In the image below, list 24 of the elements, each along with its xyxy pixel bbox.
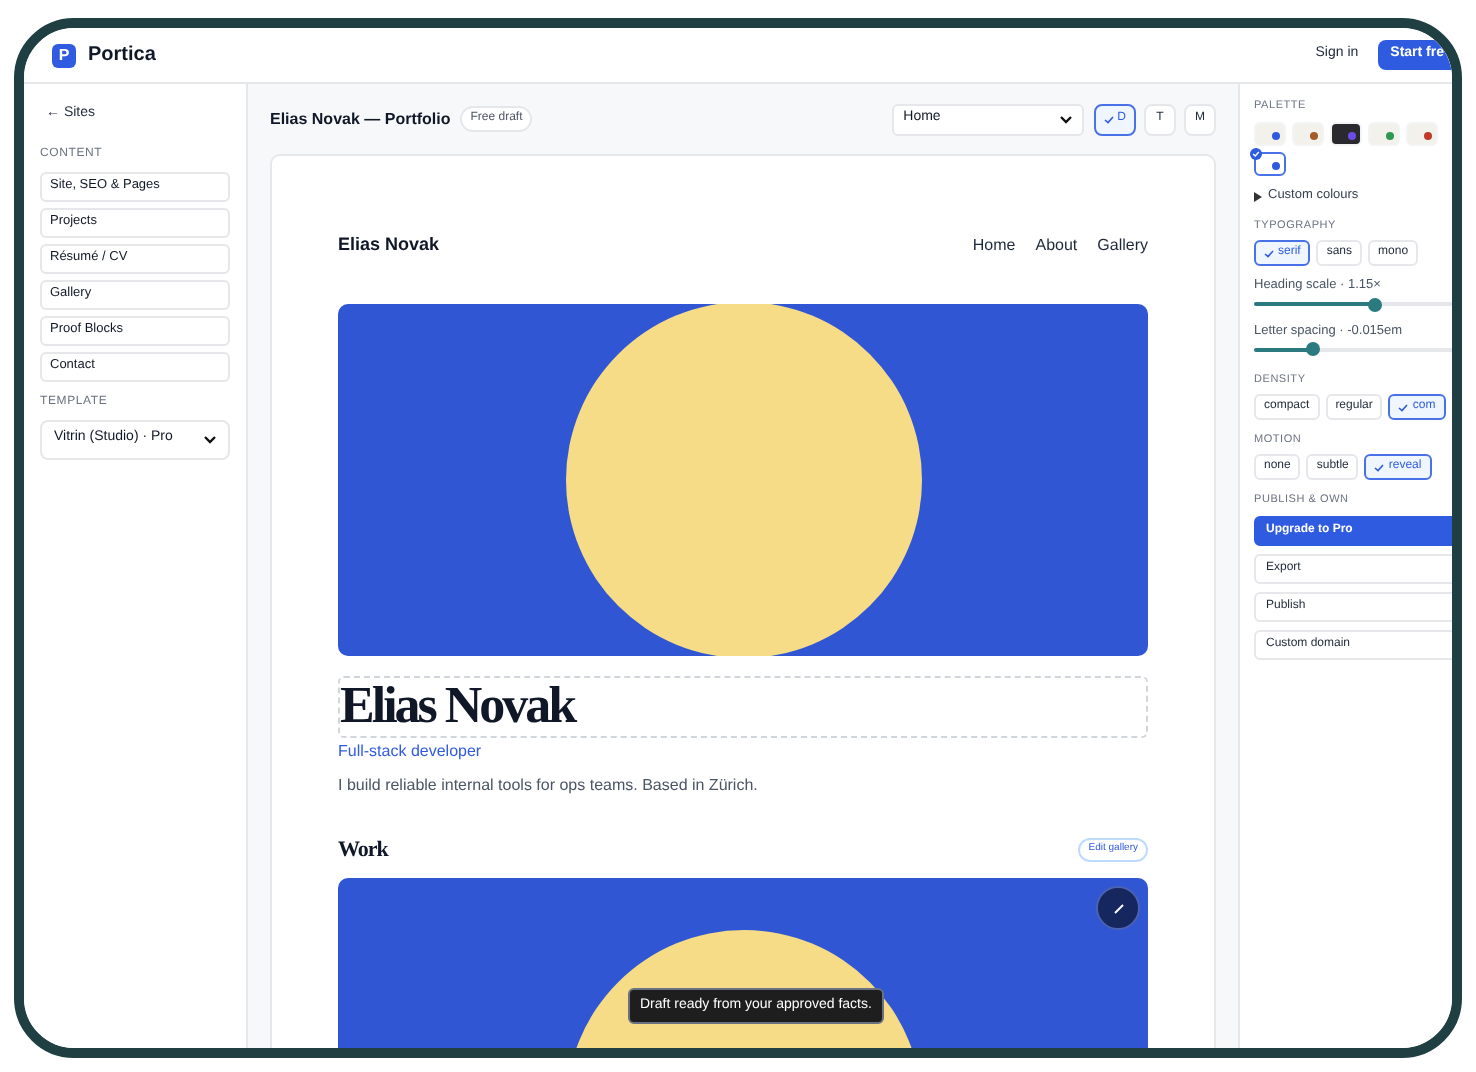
- section-heading: Work: [338, 835, 388, 865]
- check-icon: [1264, 249, 1274, 258]
- nav-link[interactable]: Gallery: [1097, 233, 1148, 258]
- check-icon: [1398, 403, 1409, 411]
- app-name: Portica: [88, 42, 156, 70]
- check-icon: [1374, 463, 1385, 472]
- slider-thumb[interactable]: [1305, 342, 1319, 357]
- nav-link[interactable]: About: [1035, 233, 1078, 258]
- nav-link[interactable]: Home: [972, 233, 1016, 258]
- project-title: Elias Novak — Portfolio: [270, 107, 451, 131]
- palette-swatch[interactable]: [1254, 152, 1286, 177]
- chevron-icon: [204, 435, 216, 443]
- site-name: Elias Novak: [338, 232, 440, 258]
- role-text: Full-stack developer: [338, 739, 484, 763]
- slider-thumb[interactable]: [1367, 297, 1381, 311]
- chevron-icon: [1059, 115, 1072, 123]
- bio-text: I build reliable internal tools for ops teams. Based in Zürich.: [338, 773, 760, 797]
- logo-icon: P: [52, 43, 76, 67]
- check-badge-icon: [1250, 148, 1262, 161]
- pencil-icon: [1113, 903, 1123, 913]
- edit-button[interactable]: [1096, 886, 1140, 930]
- slider-track[interactable]: [1254, 347, 1452, 352]
- check-icon: [1103, 115, 1114, 123]
- name-field[interactable]: Elias Novak: [338, 675, 1148, 737]
